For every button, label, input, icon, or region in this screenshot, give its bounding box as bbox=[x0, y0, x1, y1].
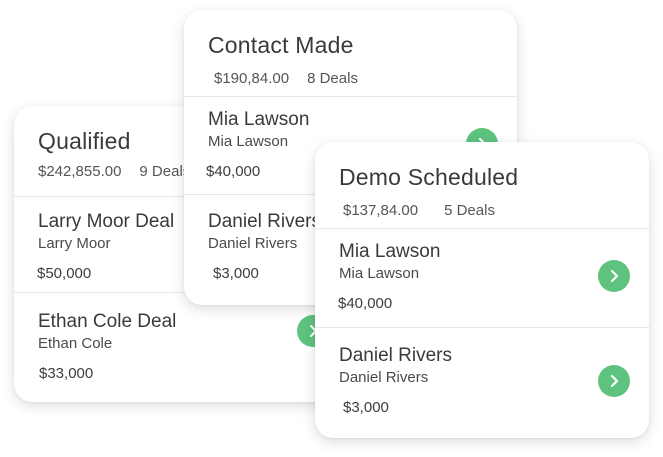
deal-item[interactable]: Mia Lawson Mia Lawson $40,000 bbox=[315, 229, 649, 327]
deal-name: Daniel Rivers bbox=[339, 345, 452, 366]
card-deals-count: 8 Deals bbox=[307, 70, 358, 87]
deal-name: Ethan Cole Deal bbox=[38, 311, 177, 332]
card-deals-count: 5 Deals bbox=[444, 202, 495, 219]
chevron-right-icon bbox=[610, 269, 619, 283]
deal-name: Mia Lawson bbox=[208, 109, 310, 130]
deal-item[interactable]: Daniel Rivers Daniel Rivers $3,000 bbox=[315, 328, 649, 438]
card-deals-count: 9 Deals bbox=[139, 163, 191, 180]
deal-amount: $33,000 bbox=[39, 365, 94, 382]
card-total-amount: $137,84.00 bbox=[343, 202, 419, 219]
card-title: Contact Made bbox=[208, 32, 354, 58]
open-deal-button[interactable] bbox=[598, 260, 630, 292]
deal-amount: $40,000 bbox=[338, 295, 393, 312]
chevron-right-icon bbox=[610, 374, 619, 388]
card-title: Demo Scheduled bbox=[339, 164, 519, 190]
deal-contact: Ethan Cole bbox=[38, 335, 113, 352]
card-total-amount: $242,855.00 bbox=[38, 163, 122, 180]
deal-contact: Mia Lawson bbox=[339, 265, 420, 282]
deal-item[interactable]: Ethan Cole Deal Ethan Cole $33,000 bbox=[14, 293, 344, 402]
deal-name: Mia Lawson bbox=[339, 241, 441, 262]
deal-contact: Daniel Rivers bbox=[339, 369, 429, 386]
pipeline-card-demo-scheduled: Demo Scheduled $137,84.00 5 Deals Mia Law… bbox=[315, 142, 649, 438]
open-deal-button[interactable] bbox=[598, 365, 630, 397]
card-total-amount: $190,84.00 bbox=[214, 70, 290, 87]
deal-amount: $3,000 bbox=[343, 399, 389, 416]
